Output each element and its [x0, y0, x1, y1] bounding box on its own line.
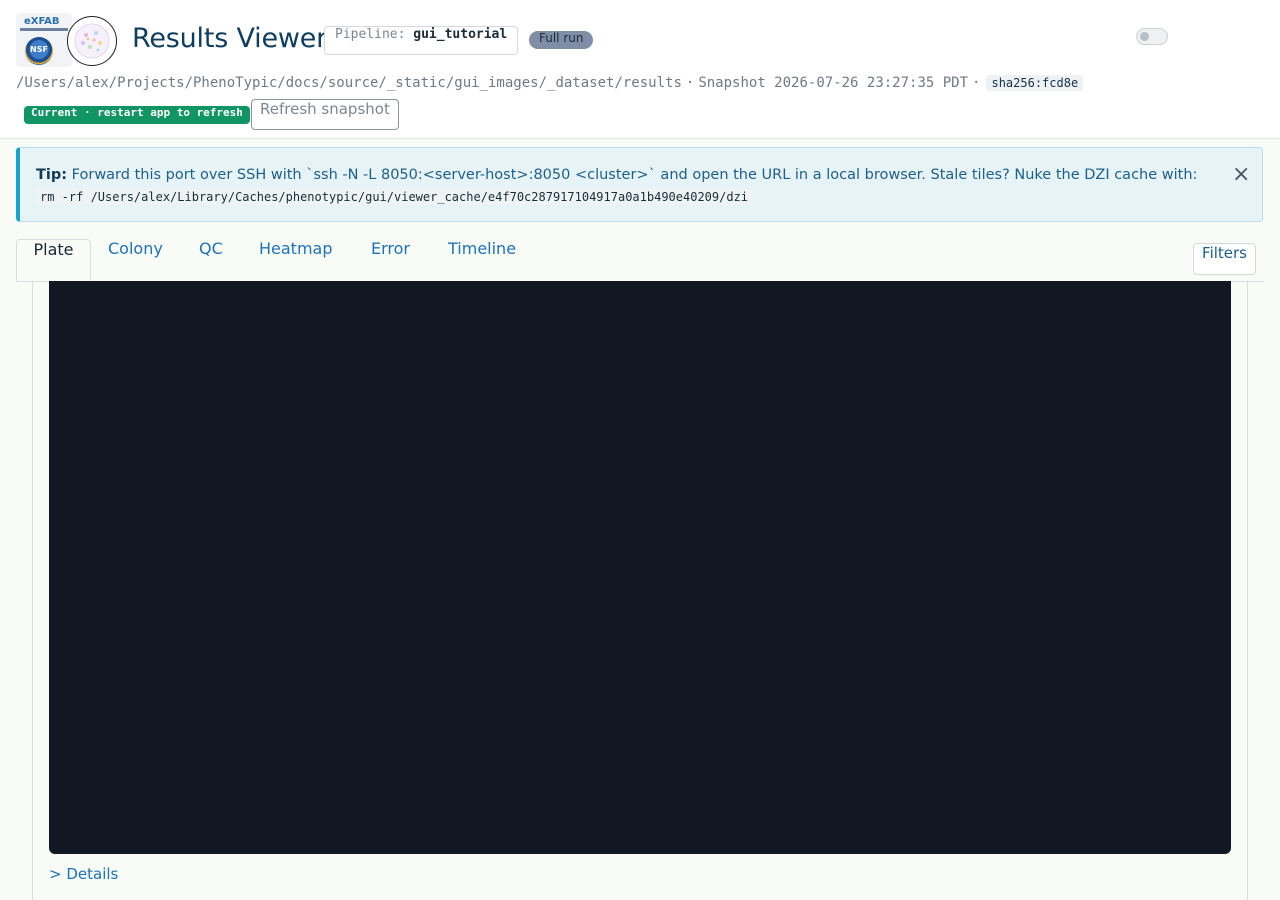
- separator: ·: [685, 75, 695, 91]
- separator: ·: [972, 75, 981, 91]
- nsf-logo-text: NSF: [30, 45, 48, 54]
- pipeline-indicator: Pipeline: gui_tutorial: [324, 26, 519, 55]
- pipeline-label: Pipeline:: [335, 27, 406, 42]
- filters-button[interactable]: Filters: [1193, 243, 1256, 275]
- tab-heatmap[interactable]: Heatmap: [259, 239, 333, 281]
- tab-error[interactable]: Error: [371, 239, 410, 281]
- run-type-badge: Full run: [529, 31, 594, 49]
- tab-timeline[interactable]: Timeline: [448, 239, 516, 281]
- nsf-logo-icon: NSF: [25, 37, 53, 65]
- plate-image-viewer[interactable]: [49, 281, 1231, 854]
- refresh-snapshot-button[interactable]: Refresh snapshot: [251, 99, 399, 130]
- dark-mode-toggle[interactable]: [1136, 28, 1168, 45]
- cache-command: rm -rf /Users/alex/Library/Caches/phenot…: [36, 189, 753, 205]
- tip-banner: Tip: Forward this port over SSH with `ss…: [16, 147, 1263, 222]
- results-path-line: /Users/alex/Projects/PhenoTypic/docs/sou…: [16, 75, 1084, 95]
- results-path: /Users/alex/Projects/PhenoTypic/docs/sou…: [16, 75, 682, 91]
- page-title: Results Viewer: [132, 23, 328, 54]
- details-toggle[interactable]: > Details: [49, 865, 118, 883]
- tab-bar: Plate Colony QC Heatmap Error Timeline F…: [16, 239, 1264, 282]
- exfab-logo: eXFAB NSF: [16, 13, 72, 67]
- status-badge: Current · restart app to refresh: [24, 106, 250, 124]
- exfab-logo-text: eXFAB: [24, 16, 60, 27]
- tab-colony[interactable]: Colony: [108, 239, 163, 281]
- tip-message: Forward this port over SSH with `ssh -N …: [71, 167, 1198, 183]
- tab-plate[interactable]: Plate: [16, 239, 91, 281]
- tab-qc[interactable]: QC: [199, 239, 223, 281]
- tip-text: Tip: Forward this port over SSH with `ss…: [36, 164, 1206, 208]
- tip-label: Tip:: [36, 167, 68, 183]
- phenotypic-logo-icon: [67, 16, 117, 66]
- snapshot-hash: sha256:fcd8e: [986, 75, 1084, 91]
- snapshot-timestamp: Snapshot 2026-07-26 23:27:35 PDT: [698, 75, 969, 91]
- exfab-logo-underline: [20, 28, 68, 31]
- app-header: eXFAB NSF Results Viewer Pipeline: gui_t…: [0, 0, 1280, 139]
- pipeline-value: gui_tutorial: [413, 27, 508, 42]
- close-icon[interactable]: ×: [1232, 164, 1250, 186]
